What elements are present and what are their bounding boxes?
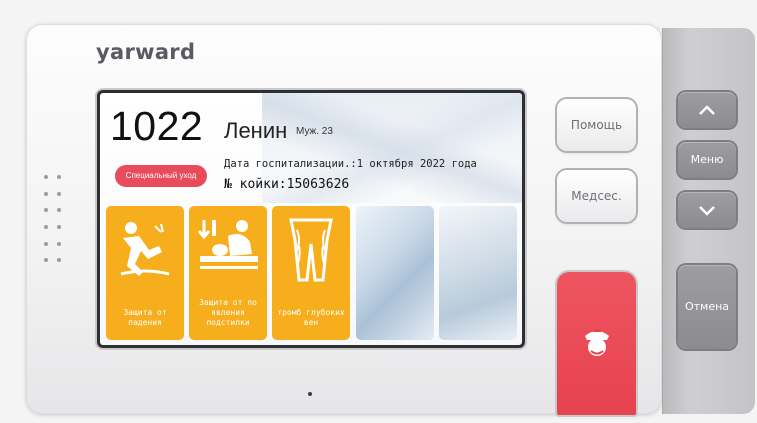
- admission-date: Дата госпитализации.:1 октября 2022 года: [224, 158, 477, 170]
- care-tile-label: тромб глубоких вен: [277, 308, 345, 327]
- photo-tile: [439, 206, 517, 340]
- fall-icon: [120, 222, 170, 276]
- dvt-icon: [289, 218, 333, 282]
- help-button[interactable]: Помощь: [557, 99, 636, 151]
- up-button[interactable]: [678, 92, 736, 128]
- brand-logo: yarward: [96, 40, 196, 64]
- care-tile-bedsore[interactable]: Защита от по явления подстилки: [189, 206, 267, 340]
- display-screen: 1022 Ленин Муж. 23 Специальный уход Дата…: [100, 93, 522, 345]
- cancel-button[interactable]: Отмена: [678, 265, 736, 349]
- speaker-grille: [44, 175, 68, 267]
- chevron-down-icon: [699, 206, 715, 216]
- care-tile-fall[interactable]: Защита от падения: [106, 206, 184, 340]
- nurse-call-icon: [585, 329, 609, 356]
- patient-name: Ленин: [224, 118, 288, 143]
- special-care-badge: Специальный уход: [115, 165, 207, 187]
- bed-number: № койки:15063626: [224, 177, 350, 192]
- room-number: 1022: [110, 103, 204, 149]
- down-button[interactable]: [678, 192, 736, 228]
- bedsore-icon: [198, 220, 258, 269]
- care-tile-label: Защита от падения: [123, 308, 167, 327]
- care-tile-label: Защита от по явления подстилки: [199, 298, 257, 327]
- nurse-button[interactable]: Медсес.: [557, 170, 636, 222]
- photo-tile: [356, 206, 434, 340]
- menu-button[interactable]: Меню: [678, 142, 736, 178]
- microphone-dot: [308, 392, 312, 396]
- nurse-call-button[interactable]: [557, 272, 636, 415]
- chevron-up-icon: [699, 105, 715, 115]
- patient-sex-age: Муж. 23: [296, 126, 333, 137]
- care-tile-dvt[interactable]: тромб глубоких вен: [272, 206, 350, 340]
